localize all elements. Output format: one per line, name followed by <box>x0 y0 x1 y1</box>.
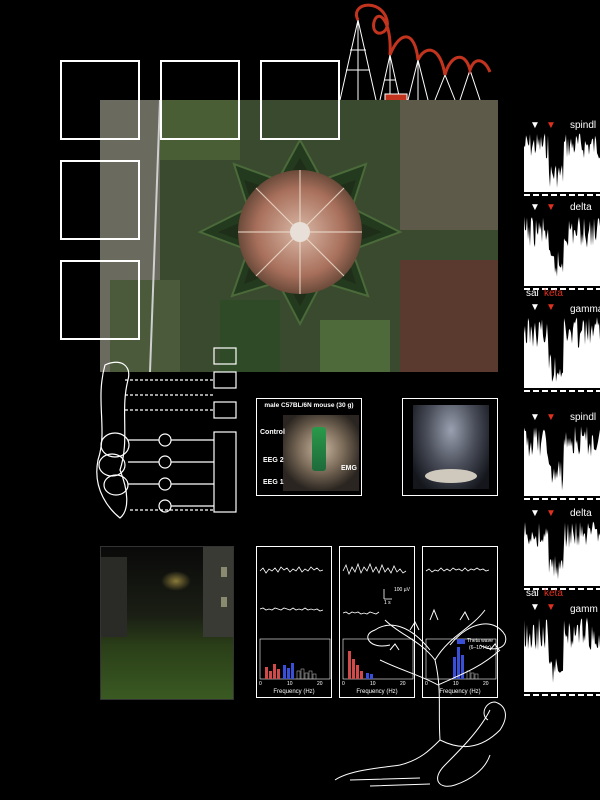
white-arrow-marker: ▼ <box>530 120 540 131</box>
red-arrow-marker: ▼ <box>546 412 556 423</box>
white-arrow-marker: ▼ <box>530 302 540 313</box>
tree-figure-illustration <box>334 608 507 787</box>
ketamine-label: keta <box>544 588 563 599</box>
tick-20: 20 <box>317 681 323 687</box>
frame-box <box>60 260 140 340</box>
eeg1-label: EEG 1 <box>263 479 284 486</box>
block-diagram <box>96 347 237 519</box>
frame-box <box>60 160 140 240</box>
emg-label: EMG <box>341 465 357 472</box>
chamber-floor <box>425 469 477 483</box>
aerial-city-image <box>100 100 498 372</box>
trace-strip: ▼ ▼ salketa gamma <box>524 288 600 392</box>
white-arrow-marker: ▼ <box>530 202 540 213</box>
red-arrow-marker: ▼ <box>546 120 556 131</box>
trace-strip: ▼ ▼ sal keta gamm <box>524 588 600 696</box>
frequency-axis-label: Frequency (Hz) <box>273 689 315 695</box>
band-label: delta <box>570 202 592 213</box>
frame-box <box>160 60 240 140</box>
night-street-photo <box>100 546 234 700</box>
red-arrow-marker: ▼ <box>546 508 556 519</box>
white-arrow-marker: ▼ <box>530 508 540 519</box>
trace-waveform <box>524 216 600 290</box>
band-label: gamma <box>570 304 600 315</box>
band-label: spindl <box>570 120 597 131</box>
band-label: delta <box>570 508 592 519</box>
red-arrow-marker: ▼ <box>546 302 556 313</box>
trace-strip: ▼ ▼ spindl <box>524 118 600 196</box>
trace-strip: ▼ ▼ spindl <box>524 410 600 500</box>
eeg2-label: EEG 2 <box>263 457 284 464</box>
mouse-panel-title: male C57BL/6N mouse (30 g) <box>264 402 354 409</box>
red-arrow-marker: ▼ <box>546 602 556 613</box>
frame-box <box>260 60 340 140</box>
trace-strip: ▼ ▼ delta <box>524 506 600 590</box>
eeg-panel-1: 0 10 20 Frequency (Hz) <box>256 546 332 698</box>
saline-label: sal <box>526 288 539 299</box>
roller-coaster-illustration <box>339 3 492 110</box>
mouse-electrode-panel: male C57BL/6N mouse (30 g) Control EEG 2… <box>256 398 362 496</box>
tick-0: 0 <box>259 681 262 687</box>
recording-chamber-panel <box>402 398 498 496</box>
trace-strip: ▼ ▼ delta <box>524 200 600 290</box>
band-label: gamm <box>570 604 598 615</box>
white-arrow-marker: ▼ <box>530 412 540 423</box>
white-arrow-marker: ▼ <box>530 602 540 613</box>
band-label: spindl <box>570 412 597 423</box>
red-arrow-marker: ▼ <box>546 202 556 213</box>
saline-label: sal <box>526 588 539 599</box>
ketamine-label: keta <box>544 288 563 299</box>
control-label: Control <box>260 429 285 436</box>
tick-10: 10 <box>287 681 293 687</box>
trace-waveform <box>524 426 600 500</box>
electrode-wires <box>312 427 326 471</box>
frame-box <box>60 60 140 140</box>
